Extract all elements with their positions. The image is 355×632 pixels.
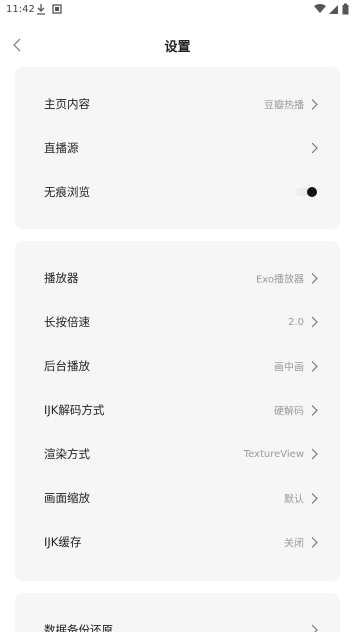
top-bar: 设置 [0,28,355,62]
battery-icon [342,3,349,15]
setting-label: 渲染方式 [44,447,90,461]
chevron-right-icon [311,316,318,328]
setting-label: IJK缓存 [44,535,82,549]
chevron-right-icon [311,360,318,372]
setting-label: 直播源 [44,141,79,155]
setting-label: 后台播放 [44,359,90,373]
setting-row-long-press-speed[interactable]: 长按倍速 2.0 [15,300,340,344]
chevron-right-icon [311,448,318,460]
setting-label: 数据备份还原 [44,623,113,632]
setting-value: Exo播放器 [255,274,304,286]
setting-row-render-mode[interactable]: 渲染方式 TextureView [15,432,340,476]
toggle-knob [307,187,317,197]
incognito-toggle[interactable] [296,186,318,198]
chevron-right-icon [311,404,318,416]
settings-card-player: 播放器 Exo播放器 长按倍速 2.0 后台播放 画中画 IJK解码方式 硬解码 [15,241,340,581]
setting-row-ijk-cache[interactable]: IJK缓存 关闭 [15,520,340,564]
notification-icon [52,4,62,14]
settings-card-general: 主页内容 豆瓣热播 直播源 无痕浏览 [15,67,340,229]
chevron-right-icon [311,624,318,632]
setting-label: 长按倍速 [44,315,90,329]
setting-value: TextureView [243,448,304,460]
setting-row-player[interactable]: 播放器 Exo播放器 [15,256,340,300]
setting-value: 豆瓣热播 [264,100,304,112]
setting-value: 默认 [284,494,304,506]
setting-row-ijk-decode[interactable]: IJK解码方式 硬解码 [15,388,340,432]
setting-value: 硬解码 [274,406,304,418]
setting-label: 主页内容 [44,97,90,111]
setting-label: 画面缩放 [44,491,90,505]
status-bar: 11:42 [0,0,355,22]
setting-row-live-source[interactable]: 直播源 [15,126,340,170]
setting-row-data-backup[interactable]: 数据备份还原 [15,608,340,632]
setting-row-home-content[interactable]: 主页内容 豆瓣热播 [15,82,340,126]
settings-card-data: 数据备份还原 [15,593,340,632]
status-left-icons [36,3,62,15]
chevron-right-icon [311,142,318,154]
setting-value: 关闭 [284,538,304,550]
page-title: 设置 [164,40,191,55]
setting-value: 画中画 [274,362,304,374]
status-time: 11:42 [6,4,35,15]
chevron-right-icon [311,98,318,110]
setting-value: 2.0 [288,316,304,328]
setting-row-incognito: 无痕浏览 [15,170,340,214]
chevron-right-icon [311,272,318,284]
setting-label: 无痕浏览 [44,185,90,199]
chevron-right-icon [311,492,318,504]
signal-icon [329,5,338,14]
setting-row-background-play[interactable]: 后台播放 画中画 [15,344,340,388]
status-right-icons [314,3,349,15]
chevron-right-icon [311,536,318,548]
setting-label: IJK解码方式 [44,403,105,417]
download-icon [37,4,45,15]
wifi-icon [314,4,326,13]
setting-label: 播放器 [44,271,79,285]
setting-row-screen-scale[interactable]: 画面缩放 默认 [15,476,340,520]
